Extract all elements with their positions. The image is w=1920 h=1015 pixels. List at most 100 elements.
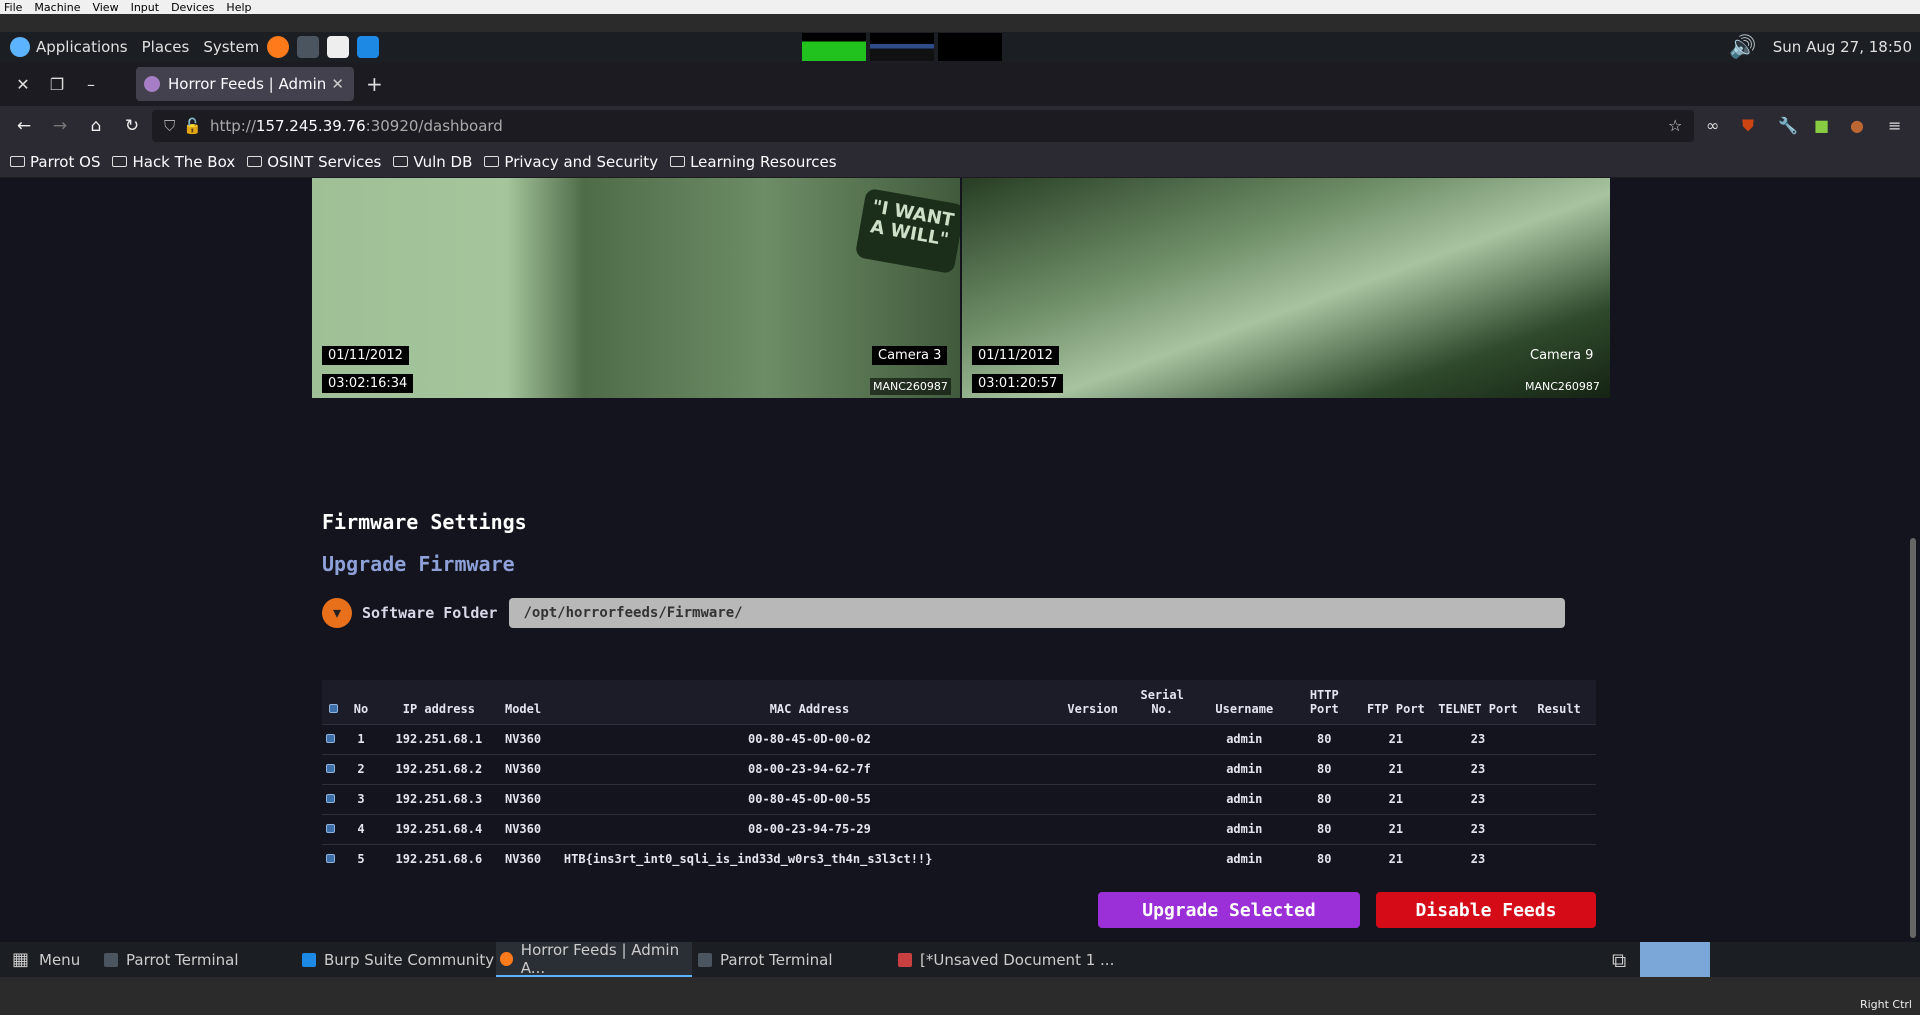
applications-menu[interactable]: Applications xyxy=(10,37,128,57)
bookmark-parrot-os[interactable]: Parrot OS xyxy=(10,153,100,171)
software-folder-input[interactable]: /opt/horrorfeeds/Firmware/ xyxy=(509,598,1566,628)
hamburger-menu-icon[interactable]: ≡ xyxy=(1888,116,1901,135)
cell-serial xyxy=(1126,783,1198,814)
url-bar[interactable]: ⛉ 🔓 http://157.245.39.76:30920/dashboard xyxy=(152,110,1694,142)
cell-ftp-port: 21 xyxy=(1357,843,1434,874)
taskbar-item-editor[interactable]: [*Unsaved Document 1 ... xyxy=(898,942,1114,977)
col-http-port: HTTP Port xyxy=(1309,687,1339,716)
home-icon[interactable]: ⌂ xyxy=(84,116,108,136)
vbox-menu-view[interactable]: View xyxy=(92,1,118,14)
vscode-launcher-icon[interactable] xyxy=(357,36,380,58)
taskbar-item-burp[interactable]: Burp Suite Community ... xyxy=(302,942,513,977)
burp-extension-icon[interactable]: ■ xyxy=(1814,116,1829,135)
tab-horror-feeds[interactable]: Horror Feeds | Admin Area ✕ xyxy=(136,67,354,101)
burp-icon xyxy=(302,952,316,967)
restore-window-icon[interactable]: ❐ xyxy=(46,75,68,94)
camera-time: 03:01:20:57 xyxy=(972,374,1064,393)
taskbar-item-terminal[interactable]: Parrot Terminal xyxy=(104,942,239,977)
text-editor-icon xyxy=(898,952,912,967)
bookmark-label: Learning Resources xyxy=(690,152,837,171)
taskbar-menu-label: Menu xyxy=(39,950,81,969)
bookmark-vuln-db[interactable]: Vuln DB xyxy=(393,153,472,171)
shield-icon[interactable]: ⛉ xyxy=(164,117,175,135)
folder-icon xyxy=(670,156,686,167)
cell-http-port: 80 xyxy=(1290,843,1358,874)
table-row: 4 192.251.68.4 NV360 08-00-23-94-75-29 a… xyxy=(322,813,1596,844)
cell-telnet-port: 23 xyxy=(1433,813,1523,844)
bookmark-privacy-security[interactable]: Privacy and Security xyxy=(484,153,658,171)
cell-no: 2 xyxy=(345,753,377,784)
tab-close-icon[interactable]: ✕ xyxy=(331,75,344,93)
clock[interactable]: Sun Aug 27, 18:50 xyxy=(1773,38,1912,56)
col-telnet-port: TELNET Port xyxy=(1438,701,1518,716)
bookmark-hack-the-box[interactable]: Hack The Box xyxy=(112,153,235,171)
row-checkbox[interactable] xyxy=(326,854,335,864)
camera-date: 01/11/2012 xyxy=(322,346,409,365)
active-workspace-indicator[interactable] xyxy=(1640,942,1710,977)
taskbar-item-label: Burp Suite Community ... xyxy=(324,950,514,969)
private-mask-icon[interactable]: ∞ xyxy=(1706,116,1719,135)
terminal-icon xyxy=(104,952,118,967)
firefox-launcher-icon[interactable] xyxy=(267,36,290,58)
vbox-menu-machine[interactable]: Machine xyxy=(34,1,80,14)
taskbar-item-label: Horror Feeds | Admin A... xyxy=(520,940,680,977)
row-checkbox[interactable] xyxy=(326,734,335,743)
places-menu[interactable]: Places xyxy=(142,38,190,56)
camera-id: MANC260987 xyxy=(1525,380,1600,393)
software-folder-row: ▾ Software Folder /opt/horrorfeeds/Firmw… xyxy=(322,598,1566,628)
vbox-menu-file[interactable]: File xyxy=(4,1,22,14)
col-username: Username xyxy=(1215,701,1274,716)
bookmarks-toolbar: Parrot OS Hack The Box OSINT Services Vu… xyxy=(0,146,1920,178)
network-graph xyxy=(938,33,1002,61)
bookmark-star-icon[interactable]: ☆ xyxy=(1668,116,1682,135)
cell-model: NV360 xyxy=(500,753,560,784)
cell-serial xyxy=(1126,843,1198,874)
cell-mac: 00-80-45-0D-00-55 xyxy=(559,783,1059,814)
workspace-switcher-icon[interactable]: ⧉ xyxy=(1612,942,1626,977)
camera-name: Camera 3 xyxy=(872,346,948,365)
scrollbar-thumb[interactable] xyxy=(1910,538,1916,938)
vbox-menu-input[interactable]: Input xyxy=(131,1,159,14)
reload-icon[interactable]: ↻ xyxy=(120,116,144,136)
taskbar-menu[interactable]: ▦ Menu xyxy=(12,942,80,977)
cell-result xyxy=(1522,753,1596,784)
taskbar-item-firefox[interactable]: Horror Feeds | Admin A... xyxy=(496,940,692,977)
close-window-icon[interactable]: ✕ xyxy=(12,75,34,94)
cell-result xyxy=(1522,723,1596,754)
disable-feeds-button[interactable]: Disable Feeds xyxy=(1376,892,1596,928)
volume-icon[interactable]: 🔊 xyxy=(1729,35,1756,60)
software-folder-label: Software Folder xyxy=(362,604,498,622)
vbox-menu-help[interactable]: Help xyxy=(226,1,251,14)
back-icon[interactable]: ← xyxy=(12,116,36,136)
col-version: Version xyxy=(1067,701,1118,716)
page-scrollbar[interactable] xyxy=(1906,178,1920,942)
bookmark-osint-services[interactable]: OSINT Services xyxy=(247,153,381,171)
row-checkbox[interactable] xyxy=(326,764,335,773)
cell-version xyxy=(1058,813,1127,844)
upgrade-selected-button[interactable]: Upgrade Selected xyxy=(1098,892,1360,928)
taskbar-item-terminal-2[interactable]: Parrot Terminal xyxy=(698,942,833,977)
select-all-checkbox[interactable] xyxy=(329,703,339,713)
vbox-menu-devices[interactable]: Devices xyxy=(171,1,214,14)
col-model: Model xyxy=(504,701,542,716)
text-editor-launcher-icon[interactable] xyxy=(327,36,350,58)
pumpkin-icon: ▾ xyxy=(322,598,352,628)
insecure-lock-icon[interactable]: 🔓 xyxy=(183,117,202,135)
minimize-window-icon[interactable]: – xyxy=(80,75,102,94)
new-tab-icon[interactable]: + xyxy=(366,72,383,96)
bookmark-learning-resources[interactable]: Learning Resources xyxy=(670,153,837,171)
cell-telnet-port: 23 xyxy=(1433,783,1523,814)
col-ip: IP address xyxy=(402,701,475,716)
system-menu[interactable]: System xyxy=(203,38,259,56)
cell-serial xyxy=(1126,813,1198,844)
wrench-icon[interactable]: 🔧 xyxy=(1778,116,1798,135)
row-checkbox[interactable] xyxy=(326,794,335,803)
row-checkbox[interactable] xyxy=(326,824,335,833)
cell-ip: 192.251.68.4 xyxy=(376,813,501,844)
terminal-launcher-icon[interactable] xyxy=(297,36,320,58)
navigation-toolbar: ← → ⌂ ↻ ⛉ 🔓 http://157.245.39.76:30920/d… xyxy=(0,106,1920,146)
cell-ip: 192.251.68.6 xyxy=(376,843,501,874)
ublock-icon[interactable]: ⛊ xyxy=(1742,116,1754,136)
cookie-extension-icon[interactable]: ● xyxy=(1850,116,1864,135)
forward-icon[interactable]: → xyxy=(48,116,72,136)
